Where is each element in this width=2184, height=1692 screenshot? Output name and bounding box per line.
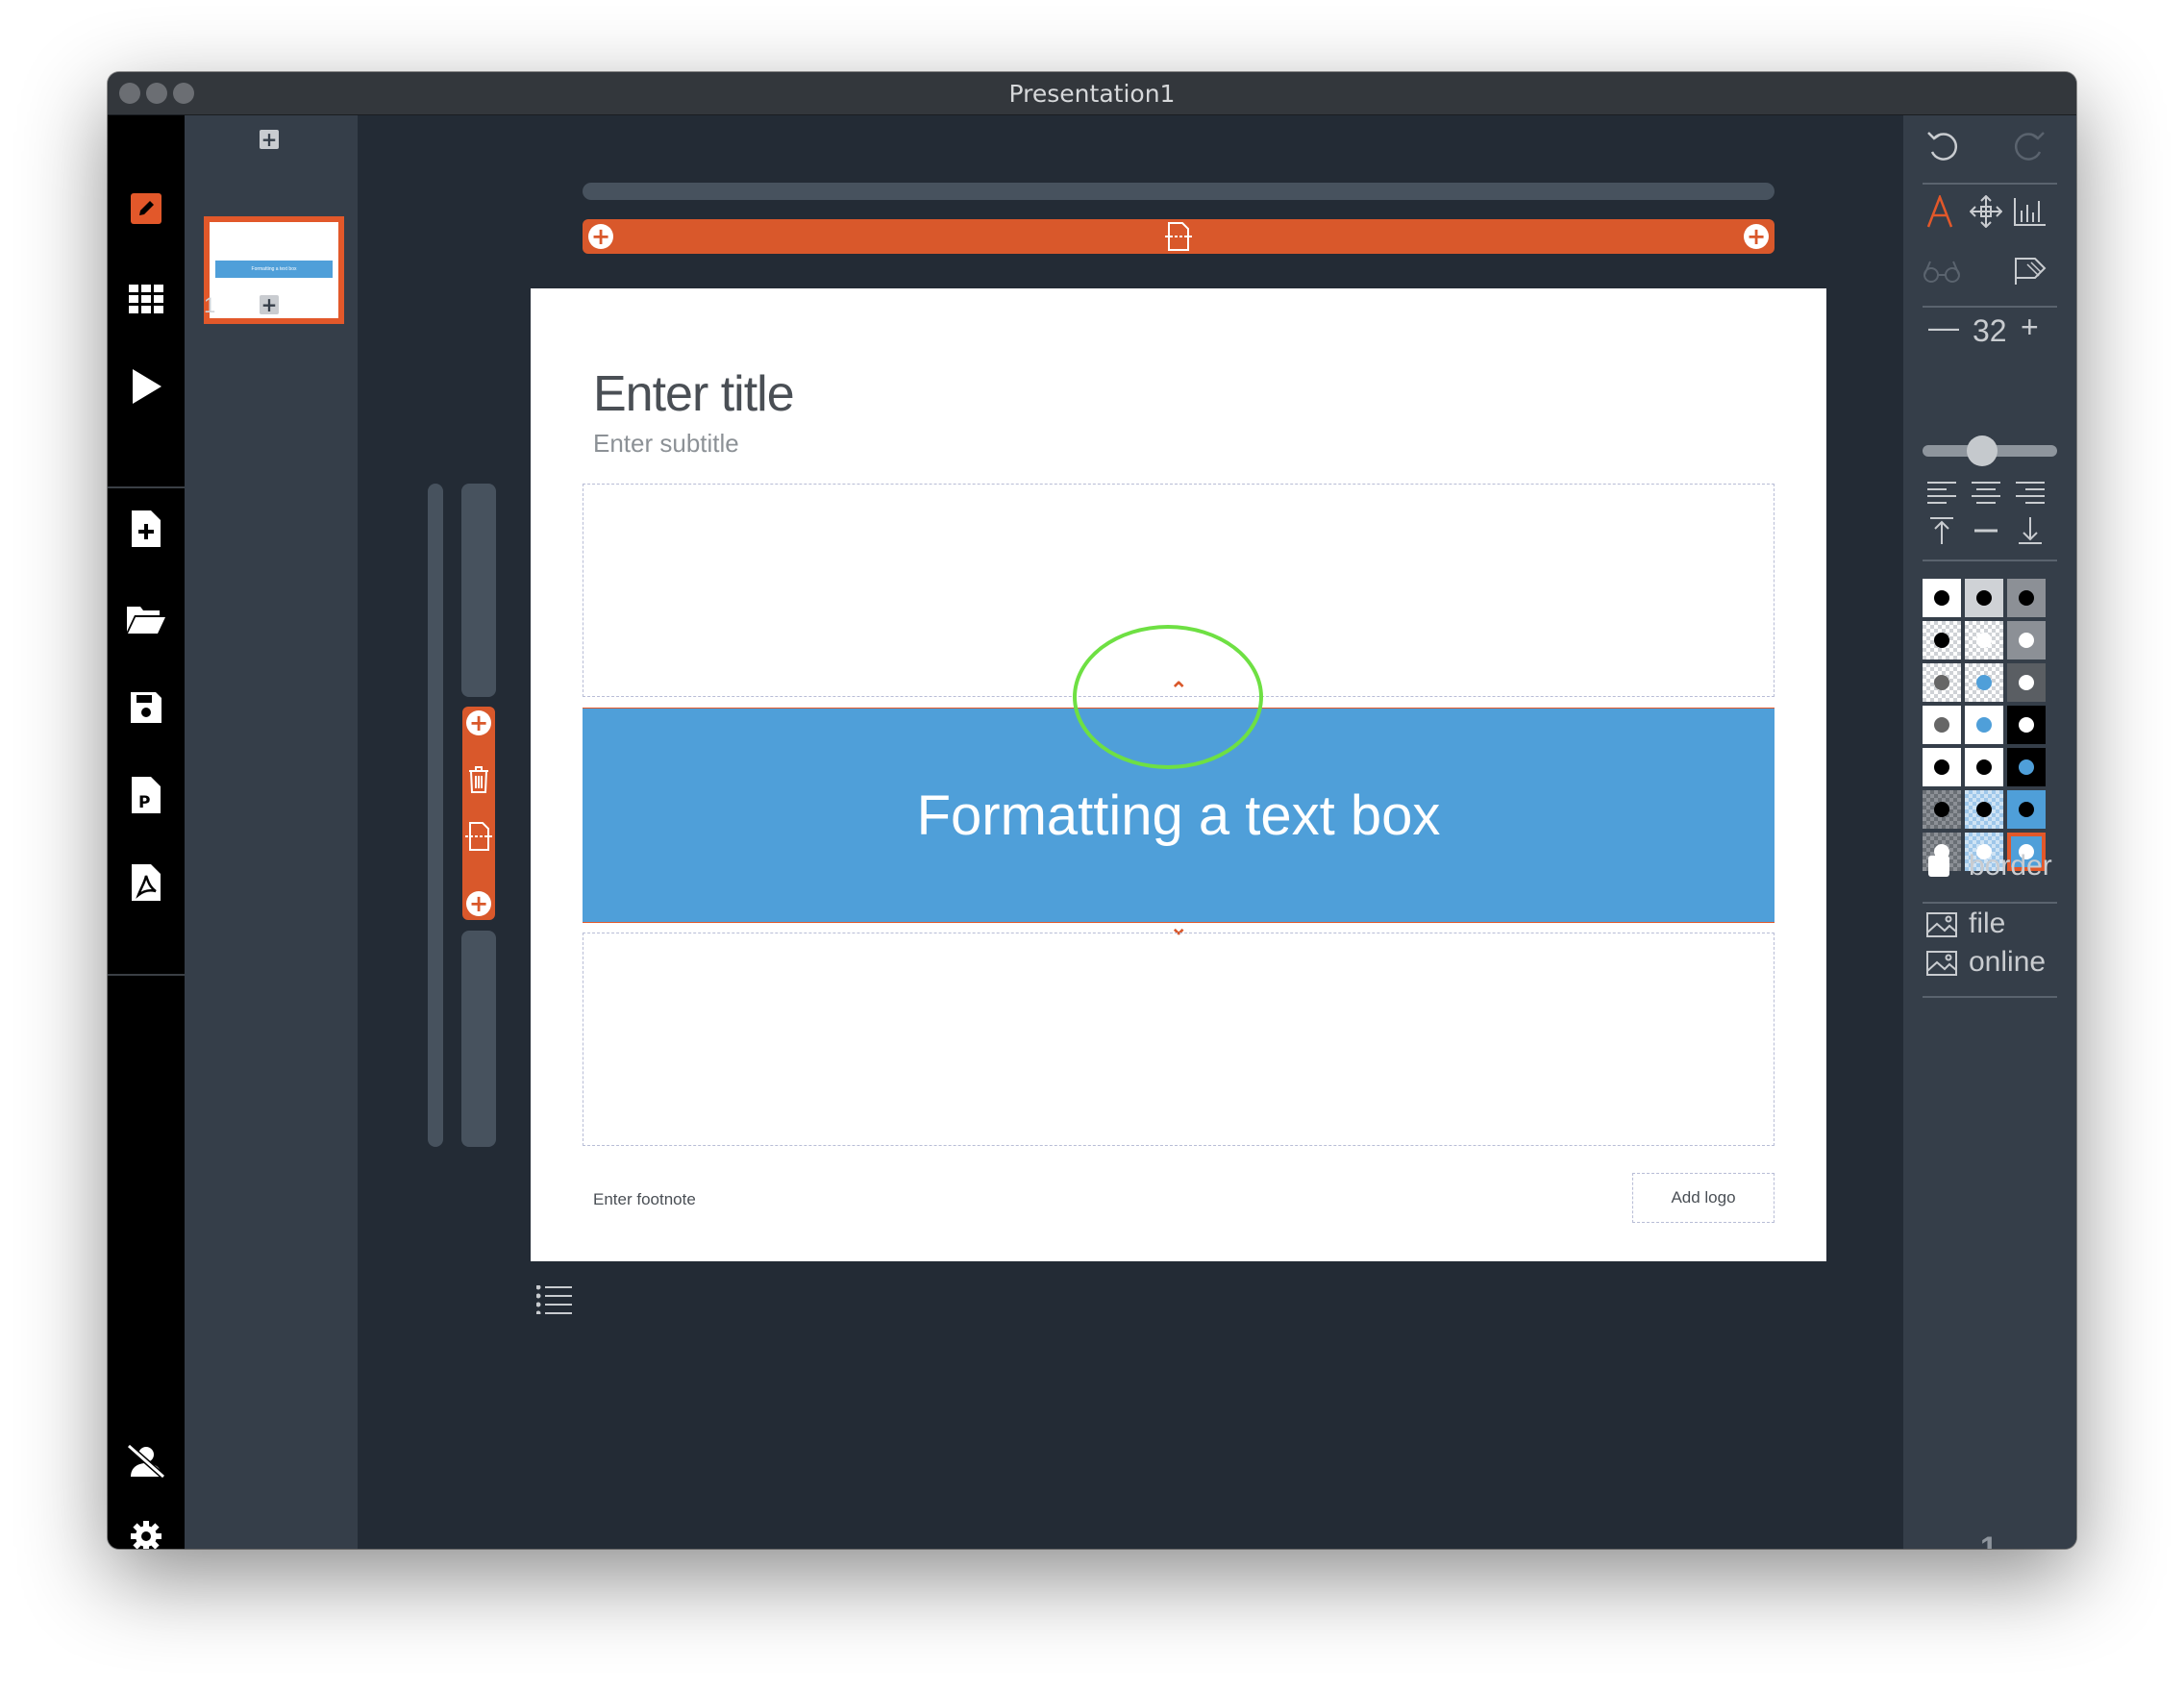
align-left-icon[interactable] (1923, 473, 1961, 511)
toolbar-divider (108, 486, 185, 488)
border-label: border (1969, 850, 2052, 882)
pdf-icon[interactable] (127, 863, 165, 902)
image-file-button[interactable]: file (1969, 908, 2005, 940)
chart-icon[interactable] (2011, 192, 2049, 231)
flag-icon[interactable] (2011, 252, 2049, 290)
border-checkbox[interactable] (1928, 856, 1949, 877)
align-middle-icon[interactable] (1967, 511, 2005, 550)
image-online-button[interactable]: online (1969, 946, 2046, 979)
page-number: 1 (1980, 1530, 1998, 1549)
svg-text:P: P (138, 793, 150, 812)
gear-icon[interactable] (127, 1517, 165, 1549)
block-layout-icon[interactable] (464, 822, 493, 856)
new-file-icon[interactable] (127, 510, 165, 548)
color-swatch[interactable] (1965, 790, 2003, 829)
color-swatch[interactable] (1923, 579, 1961, 617)
glasses-icon[interactable] (1923, 252, 1961, 290)
color-swatch[interactable] (1923, 706, 1961, 744)
play-icon[interactable] (127, 367, 165, 406)
increase-font-button[interactable]: + (2021, 310, 2039, 345)
user-off-icon[interactable] (127, 1442, 165, 1480)
panel-divider (1923, 902, 2057, 904)
color-swatch[interactable] (1965, 706, 2003, 744)
add-slide-after-button[interactable]: + (260, 295, 279, 314)
color-swatch[interactable] (2007, 706, 2046, 744)
image-icon[interactable] (1923, 944, 1961, 983)
row-layout-icon[interactable] (1163, 222, 1194, 256)
app-window: Presentation1 P + Formatting a text box … (108, 72, 2076, 1549)
align-bottom-icon[interactable] (2011, 511, 2049, 550)
vertical-track-upper (461, 484, 496, 697)
color-swatch[interactable] (2007, 579, 2046, 617)
font-color-icon[interactable] (1921, 192, 1959, 231)
panel-divider (1923, 306, 2057, 308)
slides-panel: + Formatting a text box 1 + (185, 115, 358, 1549)
align-top-icon[interactable] (1923, 511, 1961, 550)
color-swatch[interactable] (2007, 748, 2046, 786)
color-swatch[interactable] (1923, 621, 1961, 659)
align-right-icon[interactable] (2011, 473, 2049, 511)
panel-divider (1923, 996, 2057, 998)
move-icon[interactable] (1967, 192, 2005, 231)
title-bar: Presentation1 (108, 72, 2076, 115)
main-toolbar: P (108, 115, 185, 1549)
color-swatch[interactable] (2007, 621, 2046, 659)
align-center-icon[interactable] (1967, 473, 2005, 511)
panel-divider (1923, 560, 2057, 561)
window-title: Presentation1 (1008, 80, 1176, 108)
highlight-circle (1073, 625, 1263, 769)
add-column-right-button[interactable]: + (1744, 224, 1769, 249)
add-column-left-button[interactable]: + (588, 224, 613, 249)
color-swatch[interactable] (1923, 790, 1961, 829)
image-icon[interactable] (1923, 906, 1961, 944)
save-icon[interactable] (127, 688, 165, 727)
list-icon[interactable] (535, 1284, 573, 1319)
font-size-value: 32 (1973, 313, 2007, 348)
toolbar-divider (108, 974, 185, 976)
slide-number: 1 (204, 293, 216, 317)
add-logo-button[interactable]: Add logo (1632, 1173, 1774, 1223)
color-swatch[interactable] (1965, 579, 2003, 617)
empty-block-bottom[interactable] (583, 933, 1774, 1146)
add-block-below-button[interactable]: + (466, 891, 491, 916)
slide-subtitle[interactable]: Enter subtitle (593, 429, 739, 459)
vertical-track-lower (461, 931, 496, 1147)
trash-icon[interactable] (468, 766, 489, 798)
redo-icon[interactable] (2011, 125, 2049, 163)
color-swatch[interactable] (1965, 663, 2003, 702)
thumbnail-text-box: Formatting a text box (215, 261, 333, 278)
slide-canvas: Enter title Enter subtitle ⌃ Formatting … (531, 288, 1826, 1261)
slide-footnote[interactable]: Enter footnote (593, 1190, 696, 1209)
row-toolbar: + + (583, 219, 1774, 254)
pencil-icon[interactable] (127, 189, 165, 228)
color-swatch[interactable] (1965, 748, 2003, 786)
folder-open-icon[interactable] (127, 600, 165, 638)
grid-icon[interactable] (127, 280, 165, 318)
color-swatch[interactable] (1923, 663, 1961, 702)
vertical-track-outer (428, 484, 443, 1147)
color-swatch[interactable] (2007, 663, 2046, 702)
decrease-font-button[interactable]: — (1928, 310, 1959, 345)
color-swatch[interactable] (1923, 748, 1961, 786)
font-size-slider-knob[interactable] (1967, 435, 1998, 466)
color-swatch[interactable] (2007, 790, 2046, 829)
add-block-above-button[interactable]: + (466, 710, 491, 735)
panel-divider (1923, 183, 2057, 185)
format-panel: — 32 + border file online 1 (1903, 115, 2076, 1549)
undo-icon[interactable] (1923, 125, 1961, 163)
color-swatch[interactable] (1965, 621, 2003, 659)
top-row-track (583, 183, 1774, 200)
add-slide-before-button[interactable]: + (260, 130, 279, 149)
slide-title[interactable]: Enter title (593, 365, 795, 423)
block-toolbar: + + (462, 707, 495, 920)
powerpoint-icon[interactable]: P (127, 776, 165, 814)
